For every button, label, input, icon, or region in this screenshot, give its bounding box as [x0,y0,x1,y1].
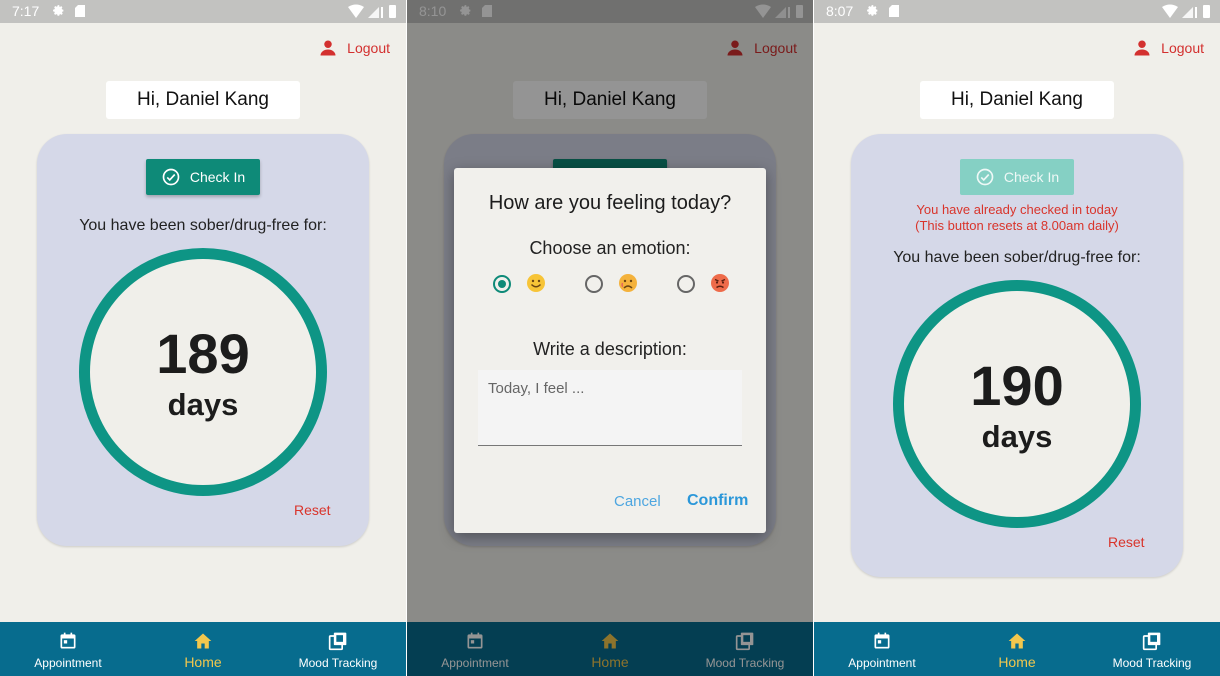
emotion-radio-sad[interactable] [585,275,603,293]
home-icon [1008,633,1026,649]
calendar-icon [874,632,890,649]
nav-mood-label: Mood Tracking [298,656,378,670]
nav-appointment-label: Appointment [848,656,916,670]
sober-duration-text: You have been sober/drug-free for: [893,249,1141,266]
confirm-button[interactable]: Confirm [687,492,748,510]
days-count: 189 [156,322,250,385]
mood-dialog: How are you feeling today? Choose an emo… [454,168,766,533]
description-prompt: Write a description: [533,339,687,359]
angry-emoji-icon [711,274,729,292]
nav-mood-tracking[interactable]: Mood Tracking [270,622,406,676]
nav-home-label: Home [184,654,222,670]
wifi-signal-battery-icon [1162,4,1210,18]
check-in-label: Check In [189,169,246,185]
logout-label: Logout [347,40,390,56]
status-bar: 7:17 [0,0,406,23]
reset-button[interactable]: Reset [294,502,331,518]
person-icon [1134,40,1150,56]
nav-home[interactable]: Home [135,622,271,676]
cancel-button[interactable]: Cancel [614,493,661,510]
days-label: days [167,387,239,422]
status-time: 8:07 [826,3,854,19]
check-circle-icon [162,168,180,186]
check-in-button-disabled[interactable]: Check In [960,159,1074,195]
emotion-radio-angry[interactable] [677,275,695,293]
phone-screen-home: 7:17 Logout Hi, Daniel Kang Check In You… [0,0,406,676]
nav-appointment[interactable]: Appointment [814,622,950,676]
days-label: days [981,419,1053,454]
screens-container: 7:17 Logout Hi, Daniel Kang Check In You… [0,0,1220,676]
library-icon [1142,632,1161,651]
library-icon [328,632,347,651]
emotion-radio-happy[interactable] [493,275,511,293]
logout-label: Logout [1161,40,1204,56]
already-checked-in-warning: You have already checked in today (This … [851,202,1183,234]
check-in-button[interactable]: Check In [146,159,260,195]
days-count: 190 [970,354,1064,417]
emotion-prompt: Choose an emotion: [529,238,691,258]
phone-screen-mood-dialog: 8:10 Logout Hi, Daniel Kang Appointment … [407,0,813,676]
nav-home-label: Home [998,654,1036,670]
calendar-icon [60,632,76,649]
status-time: 7:17 [12,3,40,19]
nav-appointment-label: Appointment [34,656,102,670]
phone-screen-home-checked-in: 8:07 Logout Hi, Daniel Kang Check In You… [814,0,1220,676]
sad-emoji-icon [619,274,637,292]
nav-mood-label: Mood Tracking [1112,656,1192,670]
greeting-title: Hi, Daniel Kang [106,81,300,119]
nav-appointment[interactable]: Appointment [0,622,136,676]
gear-icon [53,5,64,16]
reset-button[interactable]: Reset [1108,534,1145,550]
status-bar: 8:07 [814,0,1220,23]
warning-line-1: You have already checked in today [916,202,1118,217]
nav-home[interactable]: Home [949,622,1085,676]
check-circle-icon [976,168,994,186]
bottom-navigation: Appointment Home Mood Tracking [0,622,406,676]
wifi-signal-battery-icon [348,4,396,18]
home-icon [194,633,212,649]
sd-card-icon [75,5,85,17]
gear-icon [867,5,878,16]
nav-mood-tracking[interactable]: Mood Tracking [1084,622,1220,676]
warning-line-2: (This button resets at 8.00am daily) [915,218,1119,233]
sober-duration-text: You have been sober/drug-free for: [79,217,327,234]
greeting-title: Hi, Daniel Kang [920,81,1114,119]
check-in-label: Check In [1003,169,1060,185]
logout-button[interactable]: Logout [1133,38,1204,58]
description-input[interactable] [478,370,742,446]
bottom-navigation: Appointment Home Mood Tracking [814,622,1220,676]
person-icon [320,40,336,56]
sd-card-icon [889,5,899,17]
logout-button[interactable]: Logout [319,38,390,58]
dialog-title: How are you feeling today? [488,192,732,214]
happy-emoji-icon [527,274,545,292]
